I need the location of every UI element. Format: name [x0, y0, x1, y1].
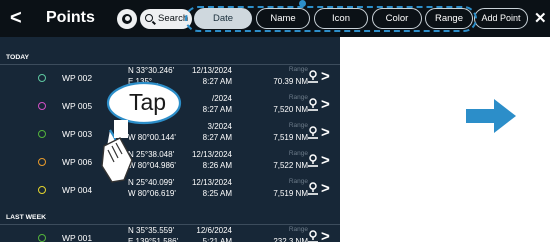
close-button[interactable]: ✕	[534, 9, 547, 27]
range-label: Range	[288, 94, 308, 101]
waypoint-date: 12/13/2024	[191, 66, 232, 75]
chevron-right-icon[interactable]: >	[321, 152, 330, 169]
chevron-right-icon[interactable]: >	[321, 180, 330, 197]
range-label: Range	[288, 178, 308, 185]
waypoint-name: WP 001	[62, 233, 93, 242]
range-value: 70.39 NM	[273, 77, 308, 86]
range-value: 7,519 NM	[273, 133, 308, 142]
waypoint-marker-icon	[38, 74, 46, 82]
tap-callout: Tap	[98, 80, 188, 195]
range-value: 232.3 NM	[273, 237, 308, 242]
person-pin-icon[interactable]	[307, 98, 319, 112]
person-pin-icon[interactable]	[307, 182, 319, 196]
add-point-button[interactable]: Add Point	[474, 8, 528, 29]
waypoint-marker-icon	[38, 186, 46, 194]
chevron-right-icon[interactable]: >	[321, 96, 330, 113]
waypoint-time: 5:21 AM	[202, 237, 232, 242]
waypoint-name: WP 005	[62, 101, 93, 111]
range-label: Range	[288, 226, 308, 233]
range-value: 7,519 NM	[273, 189, 308, 198]
range-value: 7,520 NM	[273, 105, 308, 114]
right-arrow-icon	[466, 99, 516, 133]
waypoint-name: WP 003	[62, 129, 93, 139]
range-label: Range	[288, 122, 308, 129]
waypoint-marker-icon	[38, 234, 46, 242]
waypoint-marker-icon	[38, 130, 46, 138]
back-button[interactable]: <	[10, 7, 22, 29]
section-header-today: TODAY	[6, 54, 30, 61]
person-pin-icon[interactable]	[307, 126, 319, 140]
tapping-hand-icon	[101, 137, 133, 183]
sort-buttons-highlight	[185, 6, 477, 32]
page-title: Points	[46, 9, 95, 26]
waypoint-name: WP 006	[62, 157, 93, 167]
range-label: Range	[288, 150, 308, 157]
range-value: 7,522 NM	[273, 161, 308, 170]
highlight-dot	[299, 0, 306, 7]
search-label: Search	[158, 13, 189, 24]
waypoint-latitude: N 33°30.246'	[128, 66, 175, 75]
chevron-right-icon[interactable]: >	[321, 124, 330, 141]
person-pin-icon[interactable]	[307, 230, 319, 242]
waypoint-name: WP 002	[62, 73, 93, 83]
waypoint-longitude: E 139°51.586'	[128, 237, 179, 242]
section-header-last-week: LAST WEEK	[6, 214, 47, 221]
waypoint-marker-icon	[38, 102, 46, 110]
chevron-right-icon[interactable]: >	[321, 228, 330, 242]
waypoint-date: 12/6/2024	[196, 226, 232, 235]
chevron-right-icon[interactable]: >	[321, 68, 330, 85]
range-label: Range	[288, 66, 308, 73]
person-pin-icon[interactable]	[307, 154, 319, 168]
visibility-toggle-button[interactable]	[117, 9, 137, 29]
waypoint-marker-icon	[38, 158, 46, 166]
waypoint-name: WP 004	[62, 185, 93, 195]
waypoint-row[interactable]: WP 001 N 35°35.559' E 139°51.586' 12/6/2024…	[0, 225, 340, 242]
tap-callout-text: Tap	[129, 89, 167, 115]
waypoint-latitude: N 35°35.559'	[128, 226, 175, 235]
search-icon	[145, 14, 153, 22]
person-pin-icon[interactable]	[307, 70, 319, 84]
